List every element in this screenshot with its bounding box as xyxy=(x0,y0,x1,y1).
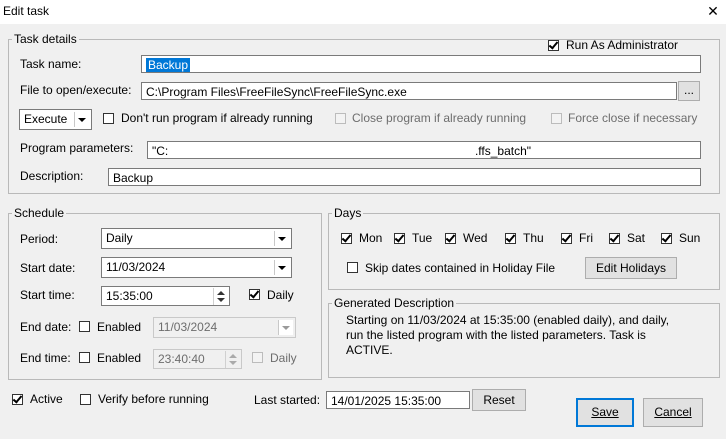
skip-holidays-label: Skip dates contained in Holiday File xyxy=(365,261,556,275)
end-daily-label: Daily xyxy=(270,351,297,365)
dont-run-checkbox[interactable] xyxy=(103,113,114,124)
end-time-enabled-label: Enabled xyxy=(97,351,142,365)
days-legend: Days xyxy=(334,206,362,220)
start-date-label: Start date: xyxy=(20,261,76,275)
day-fri-checkbox[interactable] xyxy=(561,233,572,244)
title-bar xyxy=(0,0,726,24)
run-as-admin-label: Run As Administrator xyxy=(566,38,679,52)
dont-run-label: Don't run program if already running xyxy=(121,111,313,125)
start-time-value: 15:35:00 xyxy=(106,289,153,303)
task-name-value: Backup xyxy=(146,58,191,72)
generated-description-line-2: run the listed program with the listed p… xyxy=(346,328,646,342)
window-title: Edit task xyxy=(3,4,50,18)
browse-button[interactable]: ... xyxy=(678,81,700,101)
close-program-label: Close program if already running xyxy=(352,111,527,125)
day-wed-checkbox[interactable] xyxy=(445,233,456,244)
start-date-value: 11/03/2024 xyxy=(106,260,166,274)
end-date-enabled-checkbox[interactable] xyxy=(79,321,90,332)
force-close-label: Force close if necessary xyxy=(568,111,698,125)
day-tue-checkbox[interactable] xyxy=(394,233,405,244)
params-input[interactable]: "C: .ffs_batch" xyxy=(147,141,701,159)
cancel-button-label: Cancel xyxy=(654,405,692,419)
cancel-button[interactable]: Cancel xyxy=(643,398,703,427)
params-label: Program parameters: xyxy=(20,141,134,155)
task-details-legend: Task details xyxy=(14,32,77,46)
start-daily-checkbox[interactable] xyxy=(249,289,260,300)
generated-description-line-1: Starting on 11/03/2024 at 15:35:00 (enab… xyxy=(346,313,670,327)
last-started-label: Last started: xyxy=(254,393,321,407)
period-label: Period: xyxy=(20,232,59,246)
start-date-picker[interactable]: 11/03/2024 xyxy=(101,257,292,278)
day-thu-checkbox[interactable] xyxy=(505,233,516,244)
day-sat-label: Sat xyxy=(627,231,646,245)
start-time-input[interactable]: 15:35:00 xyxy=(101,286,230,306)
end-date-label: End date: xyxy=(20,320,72,334)
end-time-value: 23:40:40 xyxy=(158,352,205,366)
run-as-admin-checkbox[interactable] xyxy=(548,40,559,51)
active-checkbox[interactable] xyxy=(12,394,23,405)
day-wed-label: Wed xyxy=(463,231,488,245)
chevron-down-icon xyxy=(74,112,89,127)
start-time-label: Start time: xyxy=(20,288,75,302)
action-select-value: Execute xyxy=(24,112,68,126)
verify-checkbox[interactable] xyxy=(80,394,91,405)
close-icon[interactable]: ✕ xyxy=(702,0,724,22)
force-close-checkbox[interactable] xyxy=(551,113,562,124)
end-time-label: End time: xyxy=(20,351,71,365)
day-sun-label: Sun xyxy=(679,231,701,245)
end-daily-checkbox[interactable] xyxy=(252,352,263,363)
reset-button[interactable]: Reset xyxy=(472,389,526,411)
verify-label: Verify before running xyxy=(98,392,209,406)
day-mon-label: Mon xyxy=(359,231,383,245)
description-input[interactable]: Backup xyxy=(108,168,701,186)
file-input[interactable]: C:\Program Files\FreeFileSync\FreeFileSy… xyxy=(141,82,677,100)
save-button[interactable]: Save xyxy=(576,398,634,427)
calendar-dropdown-icon xyxy=(278,320,293,335)
day-mon-checkbox[interactable] xyxy=(341,233,352,244)
file-label: File to open/execute: xyxy=(20,83,132,97)
params-value-start: "C: xyxy=(152,144,169,158)
action-select[interactable]: Execute xyxy=(19,109,92,130)
day-thu-label: Thu xyxy=(523,231,544,245)
params-value-end: .ffs_batch" xyxy=(474,144,532,158)
end-time-enabled-checkbox[interactable] xyxy=(79,352,90,363)
start-daily-label: Daily xyxy=(267,288,294,302)
day-sun-checkbox[interactable] xyxy=(661,233,672,244)
end-time-input[interactable]: 23:40:40 xyxy=(153,349,242,369)
active-label: Active xyxy=(30,392,63,406)
task-name-label: Task name: xyxy=(20,57,82,71)
end-date-value: 11/03/2024 xyxy=(158,320,218,334)
spin-arrows-icon[interactable] xyxy=(225,351,240,368)
day-tue-label: Tue xyxy=(412,231,433,245)
end-date-enabled-label: Enabled xyxy=(97,320,142,334)
end-date-picker[interactable]: 11/03/2024 xyxy=(153,317,296,338)
day-fri-label: Fri xyxy=(579,231,593,245)
description-label: Description: xyxy=(20,169,84,183)
generated-description-line-3: ACTIVE. xyxy=(346,343,393,357)
generated-description-legend: Generated Description xyxy=(334,296,455,310)
period-select[interactable]: Daily xyxy=(101,228,292,249)
chevron-down-icon xyxy=(274,231,289,246)
skip-holidays-checkbox[interactable] xyxy=(347,262,358,273)
schedule-legend: Schedule xyxy=(14,206,65,220)
day-sat-checkbox[interactable] xyxy=(609,233,620,244)
edit-holidays-button[interactable]: Edit Holidays xyxy=(585,257,677,279)
period-value: Daily xyxy=(106,231,133,245)
close-program-checkbox[interactable] xyxy=(335,113,346,124)
last-started-value: 14/01/2025 15:35:00 xyxy=(326,391,470,409)
spin-arrows-icon[interactable] xyxy=(213,288,228,305)
task-name-input[interactable]: Backup xyxy=(141,55,701,73)
calendar-dropdown-icon xyxy=(274,260,289,275)
save-button-label: Save xyxy=(591,405,619,419)
